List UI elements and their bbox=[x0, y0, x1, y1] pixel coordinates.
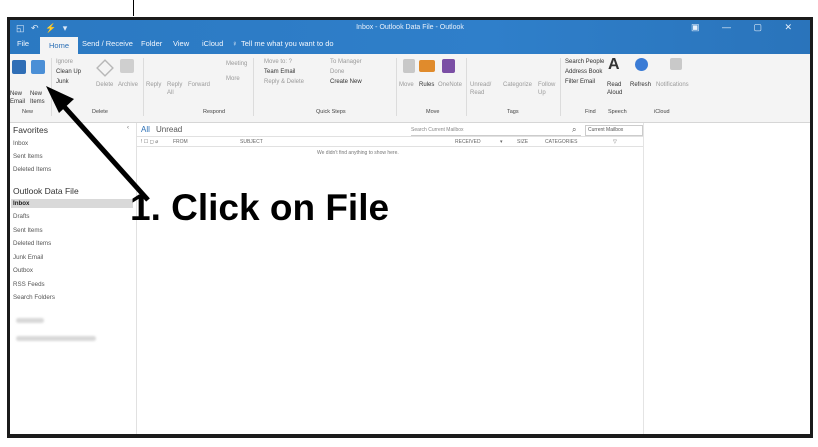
arrow-head-icon bbox=[46, 86, 74, 113]
annotation-arrow bbox=[46, 86, 150, 202]
annotation-text: 1. Click on File bbox=[130, 187, 390, 228]
